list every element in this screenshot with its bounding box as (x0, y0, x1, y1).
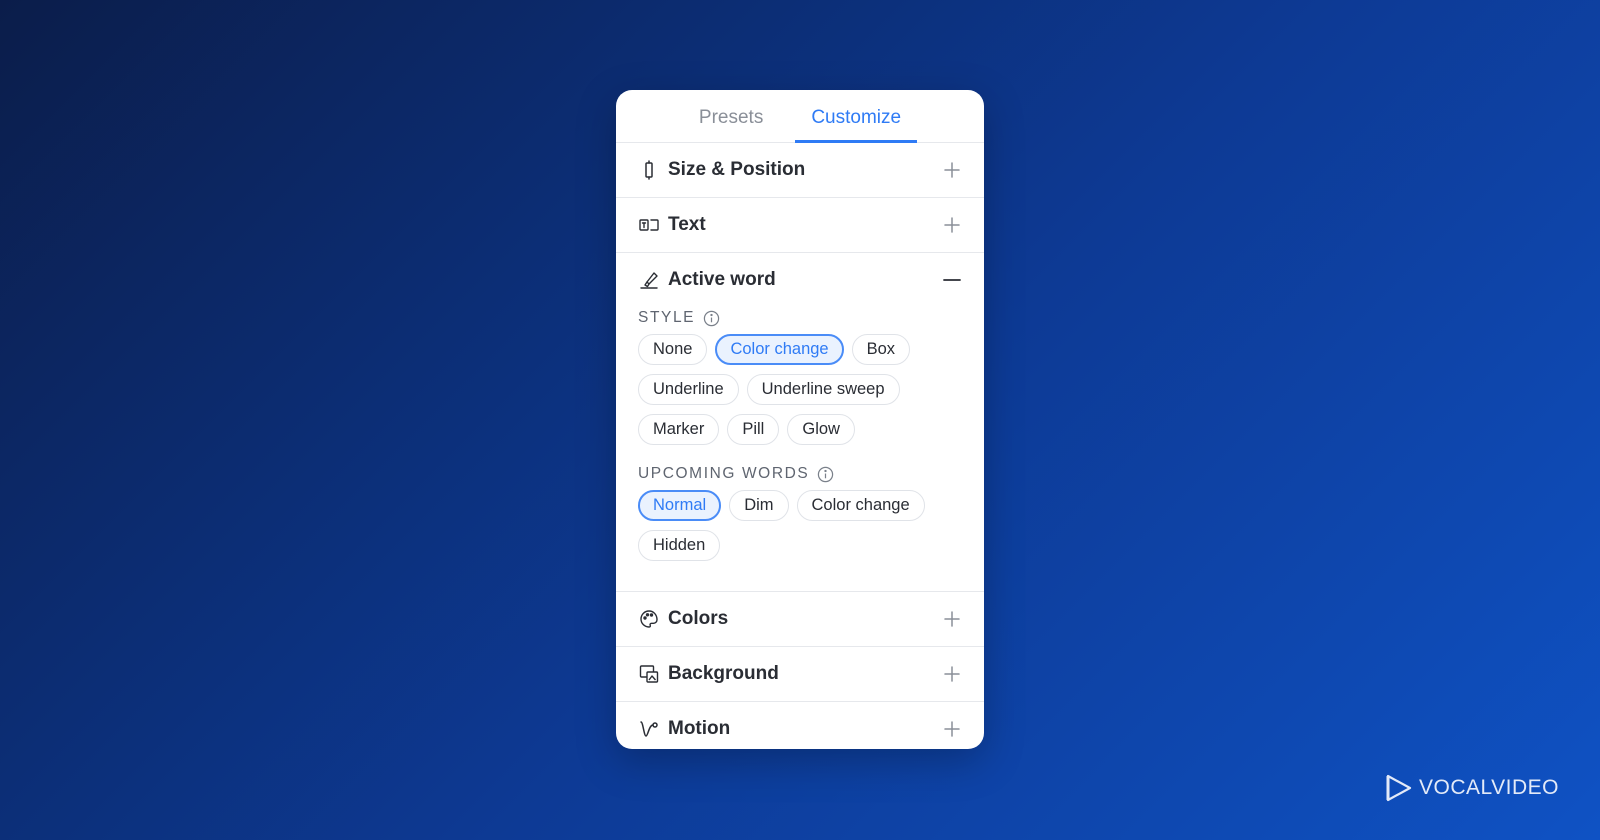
expand-plus-icon[interactable] (942, 609, 962, 629)
info-icon[interactable] (703, 310, 720, 327)
section-colors: Colors (616, 592, 984, 647)
resize-handle-icon (638, 159, 660, 181)
style-options: None Color change Box Underline Underlin… (638, 334, 962, 445)
section-active-word-body: STYLE None Color change Box Underline Un… (616, 309, 984, 591)
expand-plus-icon[interactable] (942, 215, 962, 235)
upcoming-words-group-label: UPCOMING WORDS (638, 465, 962, 483)
upcoming-option-hidden[interactable]: Hidden (638, 530, 721, 561)
motion-curve-icon (638, 718, 660, 740)
section-colors-title: Colors (668, 608, 729, 629)
style-option-none[interactable]: None (638, 334, 708, 365)
section-text-header[interactable]: Text (616, 198, 984, 252)
tab-presets[interactable]: Presets (683, 107, 779, 142)
section-background-header[interactable]: Background (616, 647, 984, 701)
tab-customize[interactable]: Customize (795, 107, 917, 143)
style-option-color-change[interactable]: Color change (715, 334, 844, 365)
palette-icon (638, 608, 660, 630)
expand-plus-icon[interactable] (942, 719, 962, 739)
section-active-word: Active word STYLE None Color change Box … (616, 253, 984, 592)
collapse-minus-icon[interactable] (942, 270, 962, 290)
section-background-title: Background (668, 663, 779, 684)
style-option-underline-sweep[interactable]: Underline sweep (746, 374, 900, 405)
play-logo-icon (1386, 774, 1412, 802)
tab-bar: Presets Customize (616, 90, 984, 143)
section-text-title: Text (668, 214, 706, 235)
style-option-box[interactable]: Box (851, 334, 911, 365)
vocalvideo-logo: VOCALVIDEO (1385, 773, 1559, 803)
style-option-pill[interactable]: Pill (727, 414, 780, 445)
section-background: Background (616, 647, 984, 702)
highlighter-icon (638, 269, 660, 291)
style-group-label: STYLE (638, 309, 962, 327)
section-motion: Motion (616, 702, 984, 749)
section-motion-title: Motion (668, 718, 731, 739)
background-icon (638, 663, 660, 685)
upcoming-words-label: UPCOMING WORDS (638, 465, 810, 482)
upcoming-option-color-change[interactable]: Color change (796, 490, 925, 521)
section-text: Text (616, 198, 984, 253)
section-motion-header[interactable]: Motion (616, 702, 984, 749)
section-active-word-title: Active word (668, 269, 776, 290)
section-active-word-header[interactable]: Active word (616, 253, 984, 307)
section-colors-header[interactable]: Colors (616, 592, 984, 646)
brand-name: VOCALVIDEO (1419, 776, 1559, 799)
expand-plus-icon[interactable] (942, 664, 962, 684)
section-size-position-header[interactable]: Size & Position (616, 143, 984, 197)
style-option-glow[interactable]: Glow (787, 414, 855, 445)
section-size-position: Size & Position (616, 143, 984, 198)
upcoming-words-options: Normal Dim Color change Hidden (638, 490, 962, 561)
info-icon[interactable] (817, 466, 834, 483)
text-box-icon (638, 214, 660, 236)
upcoming-option-normal[interactable]: Normal (638, 490, 722, 521)
style-label: STYLE (638, 309, 696, 326)
section-size-position-title: Size & Position (668, 159, 806, 180)
style-option-marker[interactable]: Marker (638, 414, 720, 445)
customize-panel: Presets Customize Size & Position Text A… (616, 90, 984, 749)
expand-plus-icon[interactable] (942, 160, 962, 180)
style-option-underline[interactable]: Underline (638, 374, 739, 405)
upcoming-option-dim[interactable]: Dim (729, 490, 789, 521)
